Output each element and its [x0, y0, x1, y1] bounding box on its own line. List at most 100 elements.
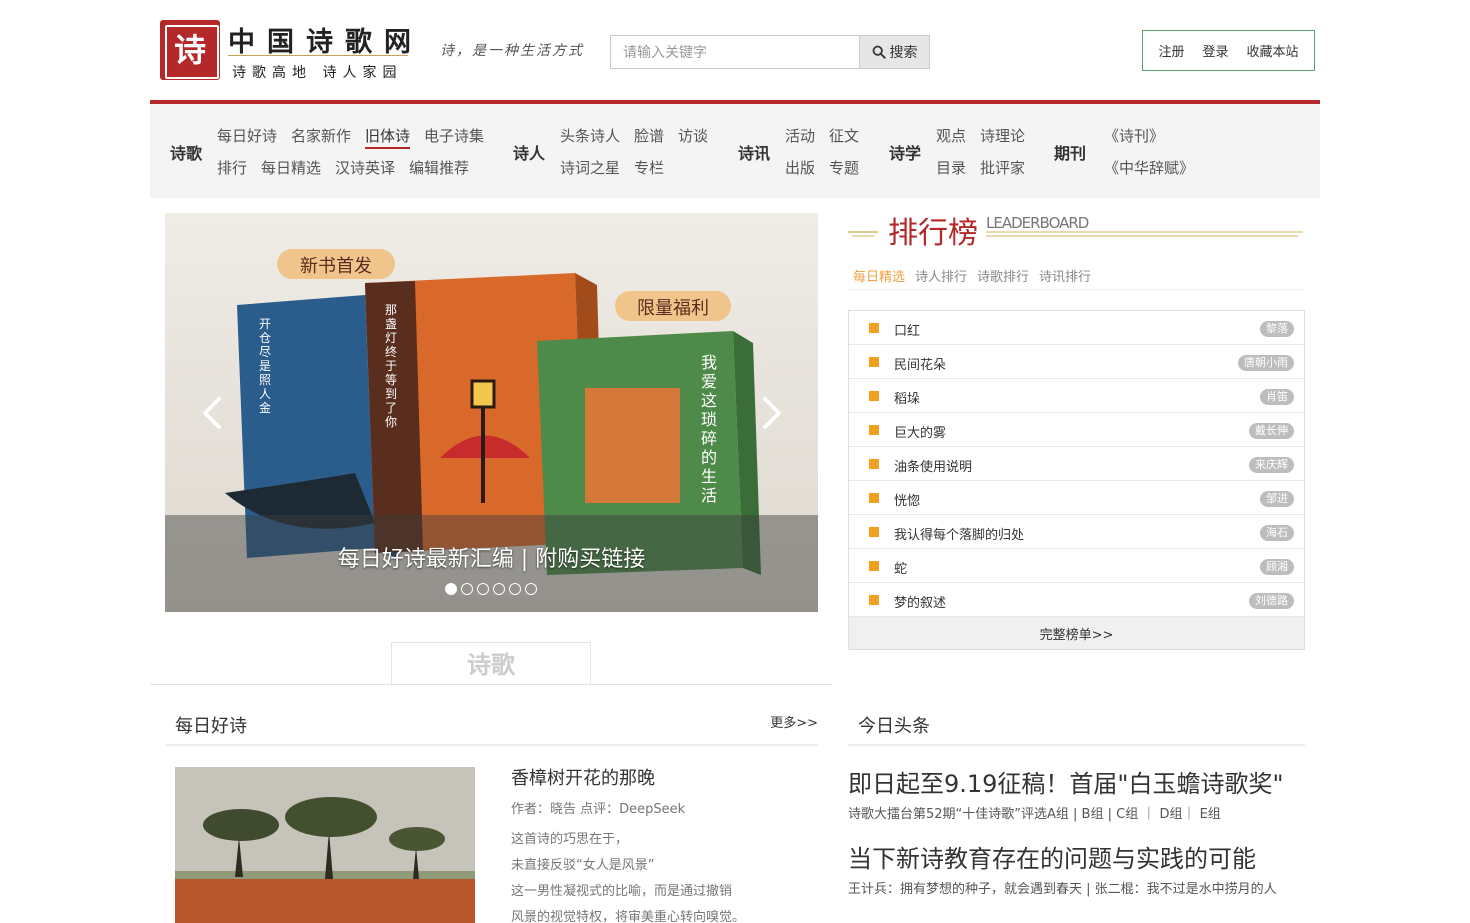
nav-link-headline-poet[interactable]: 头条诗人	[560, 127, 620, 145]
nav-link-catalog[interactable]: 目录	[936, 159, 966, 177]
headline-2[interactable]: 当下新诗教育存在的问题与实践的可能	[848, 839, 1256, 874]
leaderboard-item-title[interactable]: 梦的叙述	[894, 592, 946, 611]
nav-cat-poetics[interactable]: 诗学	[889, 140, 921, 164]
leaderboard-item-author[interactable]: 邹进	[1260, 491, 1294, 507]
carousel-dot[interactable]	[525, 583, 537, 595]
nav-link-masters[interactable]: 名家新作	[291, 127, 351, 145]
site-logo[interactable]: 诗 中国诗歌网 诗歌高地 诗人家园	[160, 20, 420, 82]
leaderboard-item[interactable]: 民间花朵 唐朝小雨	[849, 345, 1304, 379]
nav-link-critics[interactable]: 批评家	[980, 159, 1025, 177]
leaderboard-item-author[interactable]: 刘德路	[1249, 593, 1294, 609]
leaderboard-tab[interactable]: 诗人排行	[915, 270, 967, 285]
book3-title: 我爱这琐碎的生活	[701, 353, 718, 505]
nav-row: 出版 专题	[785, 157, 873, 178]
nav-link-faces[interactable]: 脸谱	[634, 127, 664, 145]
rank-square-icon	[869, 391, 879, 401]
leaderboard-item[interactable]: 梦的叙述 刘德路	[849, 583, 1304, 617]
nav-link-ranking[interactable]: 排行	[217, 159, 247, 177]
daily-poem-card: 香樟树开花的那晚 作者：晓告 点评：DeepSeek 这首诗的巧思在于， 未直接…	[511, 764, 811, 923]
carousel-dot[interactable]	[461, 583, 473, 595]
leaderboard-item[interactable]: 我认得每个落脚的归处 海石	[849, 515, 1304, 549]
poem-line: 这首诗的巧思在于，	[511, 832, 629, 847]
banner-caption[interactable]: 每日好诗最新汇编 | 附购买链接	[165, 541, 818, 573]
daily-poem-more-link[interactable]: 更多>>	[770, 712, 818, 731]
headline-1[interactable]: 即日起至9.19征稿！首届"白玉蟾诗歌奖"	[848, 764, 1284, 799]
leaderboard-item-title[interactable]: 我认得每个落脚的归处	[894, 524, 1024, 543]
nav-link-views[interactable]: 观点	[936, 127, 966, 145]
search-box: 搜索	[610, 35, 930, 69]
poem-title[interactable]: 香樟树开花的那晚	[511, 764, 811, 790]
nav-link-interview[interactable]: 访谈	[678, 127, 708, 145]
nav-row: 每日好诗 名家新作 旧体诗 电子诗集	[217, 125, 498, 149]
rank-square-icon	[869, 459, 879, 469]
nav-cat-poetry[interactable]: 诗歌	[170, 140, 202, 164]
rank-square-icon	[869, 595, 879, 605]
nav-row: 头条诗人 脸谱 访谈	[560, 125, 722, 146]
leaderboard-tab[interactable]: 诗讯排行	[1039, 270, 1091, 285]
carousel-dot[interactable]	[509, 583, 521, 595]
leaderboard-item-author[interactable]: 肖笛	[1260, 389, 1294, 405]
register-link[interactable]: 注册	[1158, 41, 1184, 60]
leaderboard-item[interactable]: 口红 黎落	[849, 311, 1304, 345]
nav-link-classical[interactable]: 旧体诗	[365, 127, 411, 149]
leaderboard-tab[interactable]: 诗歌排行	[977, 270, 1029, 285]
daily-poem-title: 每日好诗	[175, 716, 247, 737]
headlines-title: 今日头条	[858, 716, 930, 737]
nav-link-events[interactable]: 活动	[785, 127, 815, 145]
leaderboard-item-author[interactable]: 唐朝小雨	[1238, 355, 1294, 371]
leaderboard-item-title[interactable]: 蛇	[894, 558, 907, 577]
leaderboard-item-author[interactable]: 海石	[1260, 525, 1294, 541]
leaderboard-item[interactable]: 稻垛 肖笛	[849, 379, 1304, 413]
nav-cat-news[interactable]: 诗讯	[738, 140, 770, 164]
leaderboard-item-title[interactable]: 稻垛	[894, 388, 920, 407]
carousel-dot[interactable]	[493, 583, 505, 595]
carousel-dot[interactable]	[477, 583, 489, 595]
nav-link-theory[interactable]: 诗理论	[980, 127, 1025, 145]
chevron-right-icon[interactable]	[757, 393, 787, 433]
leaderboard-item[interactable]: 巨大的雾 戴长伸	[849, 413, 1304, 447]
nav-link-editor-pick[interactable]: 编辑推荐	[409, 159, 469, 177]
leaderboard-item-author[interactable]: 来庆辉	[1249, 457, 1294, 473]
login-link[interactable]: 登录	[1202, 41, 1228, 60]
search-button-label: 搜索	[889, 45, 918, 61]
nav-group-poets: 诗人 头条诗人 脸谱 访谈 诗词之星 专栏	[513, 104, 723, 198]
nav-link-daily-poem[interactable]: 每日好诗	[217, 127, 277, 145]
nav-link-topics[interactable]: 专题	[829, 159, 859, 177]
leaderboard-item[interactable]: 油条使用说明 来庆辉	[849, 447, 1304, 481]
bookmark-link[interactable]: 收藏本站	[1247, 41, 1299, 60]
leaderboard-item-title[interactable]: 恍惚	[894, 490, 920, 509]
daily-poem-image[interactable]	[175, 767, 475, 923]
leaderboard-item[interactable]: 恍惚 邹进	[849, 481, 1304, 515]
leaderboard-item-title[interactable]: 油条使用说明	[894, 456, 972, 475]
leaderboard-item[interactable]: 蛇 顾湘	[849, 549, 1304, 583]
leaderboard-item-author[interactable]: 黎落	[1260, 321, 1294, 337]
leaderboard-item-author[interactable]: 顾湘	[1260, 559, 1294, 575]
nav-link-poetry-star[interactable]: 诗词之星	[560, 159, 620, 177]
carousel-dot[interactable]	[445, 583, 457, 595]
nav-link-ebooks[interactable]: 电子诗集	[424, 127, 484, 145]
leaderboard-item-title[interactable]: 巨大的雾	[894, 422, 946, 441]
headline-1-sub[interactable]: 诗歌大擂台第52期“十佳诗歌”评选A组 | B组 | C组 ｜ D组｜ E组	[848, 803, 1221, 822]
leaderboard-item-title[interactable]: 口红	[894, 320, 920, 339]
nav-link-daily-pick[interactable]: 每日精选	[261, 159, 321, 177]
leaderboard-more-link[interactable]: 完整榜单>>	[849, 617, 1304, 649]
leaderboard-item-author[interactable]: 戴长伸	[1249, 423, 1294, 439]
search-input[interactable]	[610, 35, 860, 69]
banner-carousel[interactable]: 新书首发 限量福利 开仓尽是照人金 那盏灯终于等到了你 我爱这琐碎的生活 每日好…	[165, 213, 818, 612]
nav-link-column[interactable]: 专栏	[634, 159, 664, 177]
nav-link-cifu[interactable]: 《中华辞赋》	[1104, 159, 1194, 177]
nav-cat-journals[interactable]: 期刊	[1054, 140, 1086, 164]
nav-row: 排行 每日精选 汉诗英译 编辑推荐	[217, 157, 483, 178]
rank-square-icon	[869, 561, 879, 571]
nav-link-shikan[interactable]: 《诗刊》	[1104, 127, 1164, 145]
nav-cat-poets[interactable]: 诗人	[513, 140, 545, 164]
headline-2-sub[interactable]: 王计兵：拥有梦想的种子，就会遇到春天 | 张二棍：我不过是水中捞月的人	[848, 878, 1277, 897]
leaderboard-item-title[interactable]: 民间花朵	[894, 354, 946, 373]
search-button[interactable]: 搜索	[859, 35, 930, 69]
nav-link-contest[interactable]: 征文	[829, 127, 859, 145]
chevron-left-icon[interactable]	[197, 393, 227, 433]
nav-link-publish[interactable]: 出版	[785, 159, 815, 177]
leaderboard-tab[interactable]: 每日精选	[853, 270, 905, 285]
poem-meta: 作者：晓告 点评：DeepSeek	[511, 802, 686, 817]
nav-link-translation[interactable]: 汉诗英译	[335, 159, 395, 177]
